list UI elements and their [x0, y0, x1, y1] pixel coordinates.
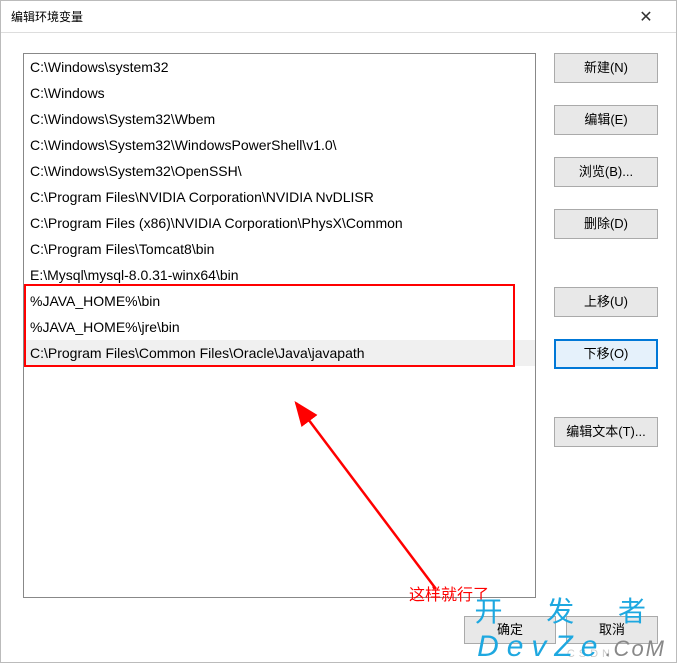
list-item[interactable]: C:\Windows\System32\WindowsPowerShell\v1… — [24, 132, 535, 158]
titlebar: 编辑环境变量 ✕ — [1, 1, 676, 33]
edit-button[interactable]: 编辑(E) — [554, 105, 658, 135]
list-item[interactable]: C:\Windows\system32 — [24, 54, 535, 80]
list-item[interactable]: C:\Windows — [24, 80, 535, 106]
list-item[interactable]: E:\Mysql\mysql-8.0.31-winx64\bin — [24, 262, 535, 288]
delete-button[interactable]: 删除(D) — [554, 209, 658, 239]
new-button[interactable]: 新建(N) — [554, 53, 658, 83]
browse-button[interactable]: 浏览(B)... — [554, 157, 658, 187]
list-item[interactable]: %JAVA_HOME%\jre\bin — [24, 314, 535, 340]
list-item[interactable]: C:\Program Files\Tomcat8\bin — [24, 236, 535, 262]
window-title: 编辑环境变量 — [11, 8, 83, 25]
list-item[interactable]: C:\Program Files (x86)\NVIDIA Corporatio… — [24, 210, 535, 236]
edit-text-button[interactable]: 编辑文本(T)... — [554, 417, 658, 447]
list-item[interactable]: C:\Windows\System32\OpenSSH\ — [24, 158, 535, 184]
list-item[interactable]: %JAVA_HOME%\bin — [24, 288, 535, 314]
content-area: C:\Windows\system32 C:\Windows C:\Window… — [1, 33, 676, 662]
list-item[interactable]: C:\Program Files\Common Files\Oracle\Jav… — [24, 340, 535, 366]
move-down-button[interactable]: 下移(O) — [554, 339, 658, 369]
main-row: C:\Windows\system32 C:\Windows C:\Window… — [23, 53, 658, 598]
close-button[interactable]: ✕ — [624, 2, 668, 32]
ok-button[interactable]: 确定 — [464, 616, 556, 644]
move-up-button[interactable]: 上移(U) — [554, 287, 658, 317]
path-listbox[interactable]: C:\Windows\system32 C:\Windows C:\Window… — [23, 53, 536, 598]
list-item[interactable]: C:\Program Files\NVIDIA Corporation\NVID… — [24, 184, 535, 210]
side-buttons: 新建(N) 编辑(E) 浏览(B)... 删除(D) 上移(U) 下移(O) 编… — [554, 53, 658, 598]
bottom-buttons: 确定 取消 — [464, 616, 658, 644]
dialog-window: 编辑环境变量 ✕ C:\Windows\system32 C:\Windows … — [0, 0, 677, 663]
list-item[interactable]: C:\Windows\System32\Wbem — [24, 106, 535, 132]
cancel-button[interactable]: 取消 — [566, 616, 658, 644]
